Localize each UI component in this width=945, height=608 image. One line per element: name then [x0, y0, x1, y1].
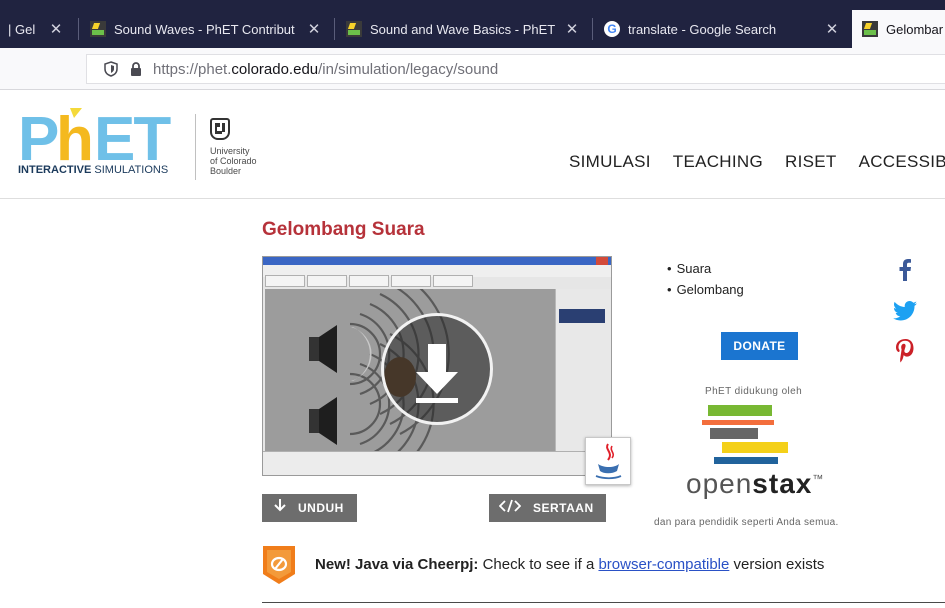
tracking-shield-icon[interactable]: [97, 61, 125, 77]
support-text: PhET didukung oleh: [705, 386, 803, 397]
openstax-light: open: [686, 468, 753, 499]
twitter-icon[interactable]: [892, 298, 918, 324]
nav-riset[interactable]: RISET: [785, 152, 837, 172]
nav-accessibility[interactable]: ACCESSIBI: [859, 152, 945, 172]
phet-logo[interactable]: P h ET INTERACTIVE SIMULATIONS: [18, 106, 188, 184]
topic-item-gelombang: Gelombang: [667, 279, 744, 300]
tab-close-icon[interactable]: ✕: [48, 20, 64, 38]
phet-icon: [90, 21, 106, 37]
lock-icon[interactable]: [125, 61, 147, 77]
code-icon: [498, 499, 522, 518]
donate-button[interactable]: DONATE: [721, 332, 798, 360]
cheerpj-text-before: Check to see if a: [478, 556, 599, 573]
page-title: Gelombang Suara: [262, 219, 425, 240]
facebook-icon[interactable]: [892, 257, 918, 283]
sim-control-panel: [555, 289, 611, 459]
openstax-bold: stax: [752, 468, 813, 499]
sim-window-close: [596, 257, 608, 265]
embed-button[interactable]: SERTAAN: [489, 494, 606, 522]
sim-window-tabs: [265, 275, 473, 289]
logo-subtitle: INTERACTIVE SIMULATIONS: [18, 164, 168, 176]
cheerpj-notice: New! Java via Cheerpj: Check to see if a…: [315, 556, 824, 573]
tab-close-icon[interactable]: ✕: [824, 20, 840, 38]
url-domain: colorado.edu: [231, 60, 319, 78]
openstax-tm: ™: [812, 473, 825, 486]
cu-boulder-logo[interactable]: University of Colorado Boulder: [210, 118, 257, 176]
tab-title: Sound Waves - PhET Contribut: [114, 21, 295, 37]
tab-gelombang-active[interactable]: Gelombar: [852, 10, 945, 48]
nav-teaching[interactable]: TEACHING: [673, 152, 763, 172]
openstax-logo-bars: [702, 405, 788, 464]
java-icon: [585, 437, 631, 485]
nav-simulasi[interactable]: SIMULASI: [569, 152, 651, 172]
tab-title: Sound and Wave Basics - PhET: [370, 21, 556, 37]
cu-line-3: Boulder: [210, 166, 242, 176]
logo-sub-text: SIMULATIONS: [91, 164, 169, 176]
tab-separator: [334, 18, 335, 40]
browser-compatible-link[interactable]: browser-compatible: [598, 556, 729, 573]
navigation-bar: https://phet.colorado.edu/in/simulation/…: [0, 48, 945, 90]
tab-separator: [78, 18, 79, 40]
tab-title: | Gel: [8, 21, 36, 37]
download-overlay-icon[interactable]: [381, 313, 493, 425]
arrow-down-icon: [274, 498, 286, 518]
openstax-logo[interactable]: openstax™: [686, 468, 824, 500]
url-field[interactable]: https://phet.colorado.edu/in/simulation/…: [86, 54, 945, 84]
phet-icon: [862, 21, 878, 37]
cheerpj-bold: New! Java via Cheerpj:: [315, 556, 479, 573]
cheerpj-text-after: version exists: [729, 556, 825, 573]
download-button[interactable]: UNDUH: [262, 494, 357, 522]
tab-separator: [592, 18, 593, 40]
tab-translate-search[interactable]: G translate - Google Search ✕: [594, 10, 850, 48]
openstax-subtext: dan para pendidik seperti Anda semua.: [654, 517, 839, 528]
sim-panel-logo: [559, 309, 605, 323]
google-icon: G: [604, 21, 620, 37]
tab-title: translate - Google Search: [628, 21, 777, 37]
cu-icon: [210, 118, 230, 140]
cheerpj-icon: [263, 546, 295, 584]
url-prefix: https://phet.: [153, 60, 232, 78]
cu-line-1: University: [210, 146, 250, 156]
tab-close-icon[interactable]: ✕: [564, 20, 580, 38]
main-nav: SIMULASI TEACHING RISET ACCESSIBI: [569, 152, 945, 172]
download-label: UNDUH: [298, 501, 344, 515]
sim-bottom-bar: [263, 451, 611, 475]
browser-tab-bar: | Gel ✕ Sound Waves - PhET Contribut ✕ S…: [0, 0, 945, 48]
tab-sound-and-wave-basics[interactable]: Sound and Wave Basics - PhET ✕: [336, 10, 590, 48]
pinterest-icon[interactable]: [892, 338, 918, 364]
svg-text:P: P: [18, 106, 58, 166]
sim-window-titlebar: [263, 257, 611, 265]
content-divider: [262, 602, 945, 603]
tab-sound-waves[interactable]: Sound Waves - PhET Contribut ✕: [80, 10, 332, 48]
logo-sub-bold: INTERACTIVE: [18, 164, 92, 176]
tab-close-icon[interactable]: ✕: [306, 20, 322, 38]
topic-item-suara: Suara: [667, 258, 744, 279]
cu-line-2: of Colorado: [210, 156, 257, 166]
url-text[interactable]: https://phet.colorado.edu/in/simulation/…: [153, 61, 498, 78]
header-divider: [0, 198, 945, 199]
phet-icon: [346, 21, 362, 37]
url-path: /in/simulation/legacy/sound: [318, 60, 499, 78]
topic-list: Suara Gelombang: [667, 258, 744, 300]
tab-gelombang-partial[interactable]: | Gel ✕: [0, 10, 74, 48]
logo-divider: [195, 114, 196, 180]
tab-title: Gelombar: [886, 21, 944, 37]
embed-label: SERTAAN: [533, 501, 594, 515]
svg-text:ET: ET: [94, 106, 171, 166]
